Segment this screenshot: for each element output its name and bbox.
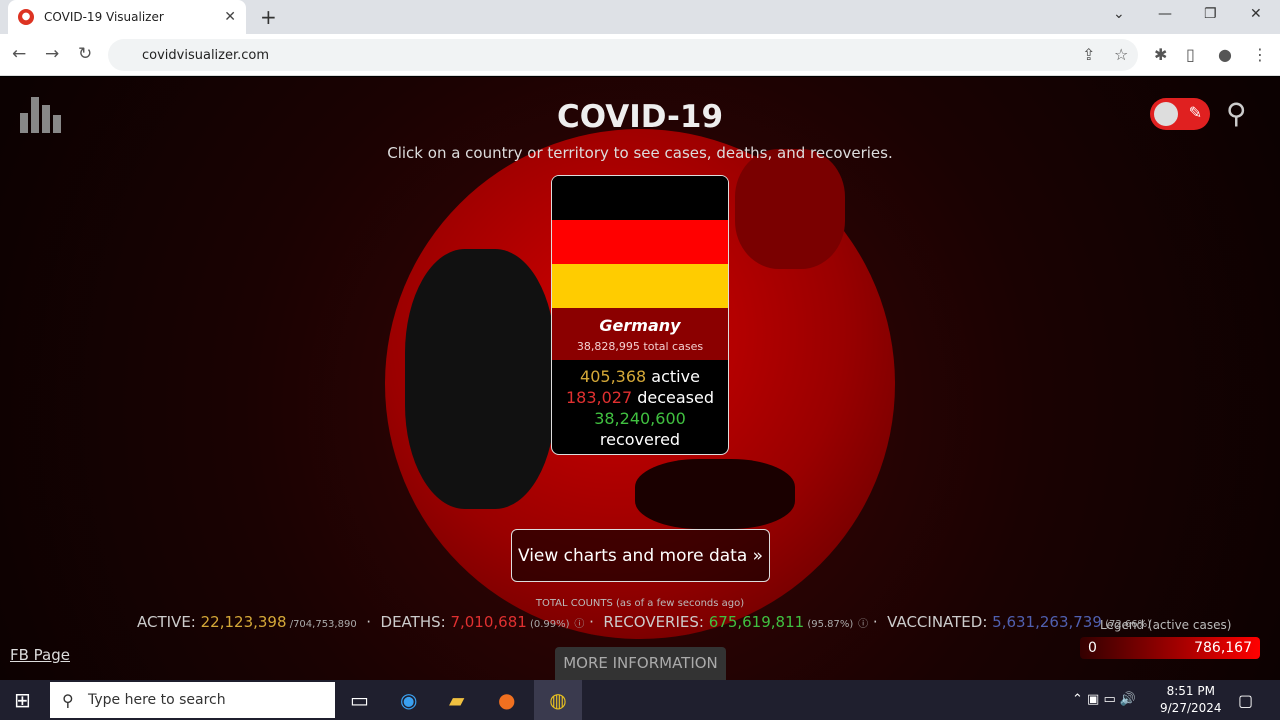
site-favicon-icon: ●: [18, 9, 34, 25]
share-icon[interactable]: ⇪: [1082, 45, 1095, 64]
active-label: active: [646, 367, 700, 386]
country-card: Germany 38,828,995 total cases 405,368 a…: [551, 175, 729, 455]
tab-covid[interactable]: ● COVID-19 Visualizer ✕: [8, 0, 246, 34]
country-flag: [552, 176, 728, 308]
reload-icon[interactable]: ↻: [78, 44, 92, 64]
tab-search-icon[interactable]: ⌄: [1113, 6, 1125, 22]
date: 9/27/2024: [1160, 701, 1222, 715]
close-window-icon[interactable]: ✕: [1250, 6, 1262, 22]
taskbar: ⊞ ⚲ Type here to search ▭ ◉ ▰ ● ◍ ⌃ ▣ ▭ 🔊…: [0, 680, 1280, 720]
page-content: COVID-19 Click on a country or territory…: [0, 77, 1280, 680]
file-explorer-icon[interactable]: ▰: [449, 688, 464, 712]
new-tab-icon[interactable]: +: [260, 5, 277, 29]
search-icon: ⚲: [62, 690, 74, 710]
search-icon[interactable]: ⚲: [1226, 97, 1247, 130]
country-total-cases: 38,828,995 total cases: [576, 340, 704, 353]
recoveries-label: RECOVERIES:: [603, 613, 709, 631]
active-label: ACTIVE:: [137, 613, 201, 631]
tab-title: COVID-19 Visualizer: [44, 10, 164, 24]
side-panel-icon[interactable]: ▯: [1186, 45, 1195, 64]
tab-bar: ● COVID-19 Visualizer ✕ + ⌄ — ❐ ✕: [0, 0, 1280, 34]
bookmark-star-icon[interactable]: ☆: [1114, 45, 1128, 64]
syringe-icon: ✎: [1188, 103, 1202, 122]
clock[interactable]: 8:51 PM 9/27/2024: [1160, 683, 1222, 717]
notifications-icon[interactable]: ▢: [1238, 691, 1253, 710]
global-deaths: 7,010,681: [450, 613, 527, 631]
url-text: covidvisualizer.com: [142, 47, 270, 63]
profile-icon[interactable]: ●: [1218, 45, 1232, 64]
legend-title: Legend (active cases): [1100, 618, 1232, 632]
info-icon[interactable]: ⓘ: [574, 619, 584, 630]
firefox-icon[interactable]: ●: [498, 688, 515, 712]
close-tab-icon[interactable]: ✕: [224, 9, 236, 25]
country-deceased: 183,027: [565, 388, 633, 407]
forward-icon[interactable]: →: [45, 44, 59, 64]
deaths-label: DEATHS:: [380, 613, 451, 631]
view-charts-button[interactable]: View charts and more data »: [511, 529, 770, 582]
totals-header: TOTAL COUNTS (as of a few seconds ago): [535, 598, 745, 609]
info-icon[interactable]: ⓘ: [858, 619, 868, 630]
minimize-icon[interactable]: —: [1158, 6, 1172, 22]
chrome-icon[interactable]: ◍: [534, 680, 582, 720]
address-bar: ← → ↻ covidvisualizer.com ⇪ ☆ ✱ ▯ ● ⋮: [0, 34, 1280, 76]
url-input[interactable]: covidvisualizer.com: [108, 39, 1138, 71]
legend-min: 0: [1088, 640, 1097, 656]
time: 8:51 PM: [1166, 684, 1215, 698]
more-information-button[interactable]: MORE INFORMATION: [555, 647, 726, 680]
global-total-cases: /704,753,890: [286, 619, 357, 630]
page-subtitle: Click on a country or territory to see c…: [387, 144, 893, 162]
legend-max: 786,167: [1194, 640, 1252, 656]
global-vaccinated: 5,631,263,739: [992, 613, 1102, 631]
vaccinated-label: VACCINATED:: [887, 613, 993, 631]
deceased-label: deceased: [632, 388, 715, 407]
taskbar-search-input[interactable]: ⚲ Type here to search: [50, 682, 335, 718]
back-icon[interactable]: ←: [12, 44, 26, 64]
flag-stripe: [552, 176, 728, 220]
global-totals: ACTIVE: 22,123,398 /704,753,890 · DEATHS…: [137, 613, 1152, 631]
restore-icon[interactable]: ❐: [1204, 6, 1217, 22]
recoveries-pct: (95.87%): [804, 619, 854, 630]
global-recoveries: 675,619,811: [708, 613, 805, 631]
windows-start-icon[interactable]: ⊞: [14, 688, 31, 712]
menu-icon[interactable]: ⋮: [1252, 45, 1268, 64]
flag-stripe: [552, 220, 728, 264]
task-view-icon[interactable]: ▭: [350, 688, 369, 712]
recovered-label: recovered: [599, 430, 681, 449]
extensions-icon[interactable]: ✱: [1154, 45, 1167, 64]
global-active: 22,123,398: [200, 613, 287, 631]
page-title: COVID-19: [556, 99, 724, 135]
search-placeholder: Type here to search: [88, 692, 226, 708]
vaccine-toggle[interactable]: ✎: [1150, 98, 1210, 130]
country-name: Germany: [599, 316, 681, 335]
edge-icon[interactable]: ◉: [400, 688, 417, 712]
country-recovered: 38,240,600: [594, 409, 686, 428]
country-active: 405,368: [580, 367, 647, 386]
deaths-pct: (0.99%): [526, 619, 570, 630]
system-tray-icons[interactable]: ⌃ ▣ ▭ 🔊: [1072, 692, 1136, 707]
fb-page-link[interactable]: FB Page: [10, 646, 70, 664]
legend-scale: 0 786,167: [1080, 637, 1260, 659]
flag-stripe: [552, 264, 728, 308]
